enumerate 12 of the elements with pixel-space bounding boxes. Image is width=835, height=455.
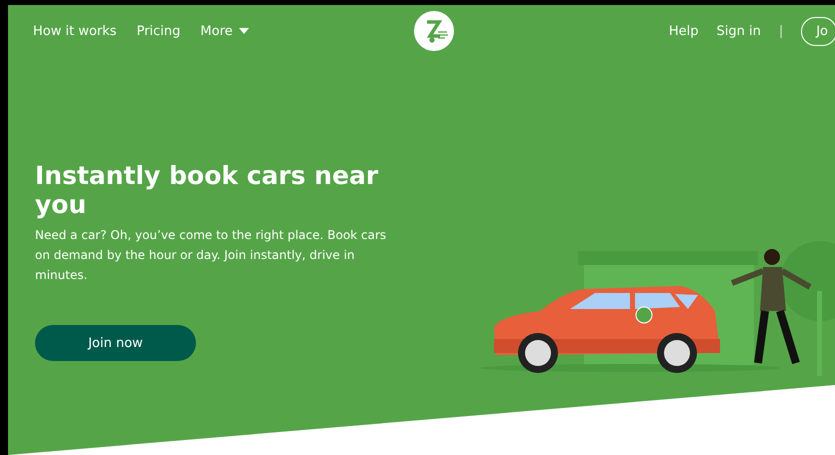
join-button[interactable]: Jo (801, 16, 835, 46)
nav-link[interactable]: Pricing (136, 24, 180, 38)
hero-subtitle: Need a car? Oh, you’ve come to the right place. Book cars on demand by the hour or day. Join instantly, drive in minutes. (35, 227, 388, 284)
join-now-button[interactable]: Join now (35, 325, 196, 361)
nav-link[interactable]: How it works (33, 24, 117, 38)
nav-link[interactable]: Help (668, 24, 698, 38)
caret-icon (238, 28, 249, 34)
separator: | (778, 24, 784, 38)
logo-icon[interactable] (414, 11, 454, 51)
nav-link[interactable]: Sign in (716, 24, 761, 38)
more-menu[interactable]: More (200, 24, 249, 38)
hero-title: Instantly book cars near you (35, 161, 380, 219)
